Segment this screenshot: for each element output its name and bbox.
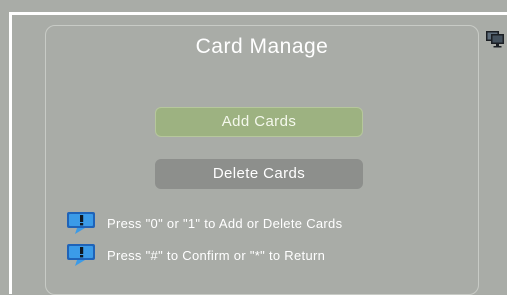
screen-frame: Card Manage Add Cards Delete Cards Press… [0, 0, 507, 295]
frame-left-border [9, 12, 12, 294]
hint-text-add-delete: Press "0" or "1" to Add or Delete Cards [107, 215, 343, 231]
add-cards-button[interactable]: Add Cards [155, 107, 363, 137]
delete-cards-button[interactable]: Delete Cards [155, 159, 363, 189]
frame-top-border [9, 12, 507, 15]
info-speech-bubble-icon [67, 212, 95, 234]
monitor-icon [486, 31, 504, 48]
hint-text-confirm-return: Press "#" to Confirm or "*" to Return [107, 247, 326, 263]
hint-row-confirm-return: Press "#" to Confirm or "*" to Return [65, 243, 325, 267]
page-title: Card Manage [195, 35, 329, 58]
info-speech-bubble-icon [67, 244, 95, 266]
hint-row-add-delete: Press "0" or "1" to Add or Delete Cards [65, 211, 342, 235]
